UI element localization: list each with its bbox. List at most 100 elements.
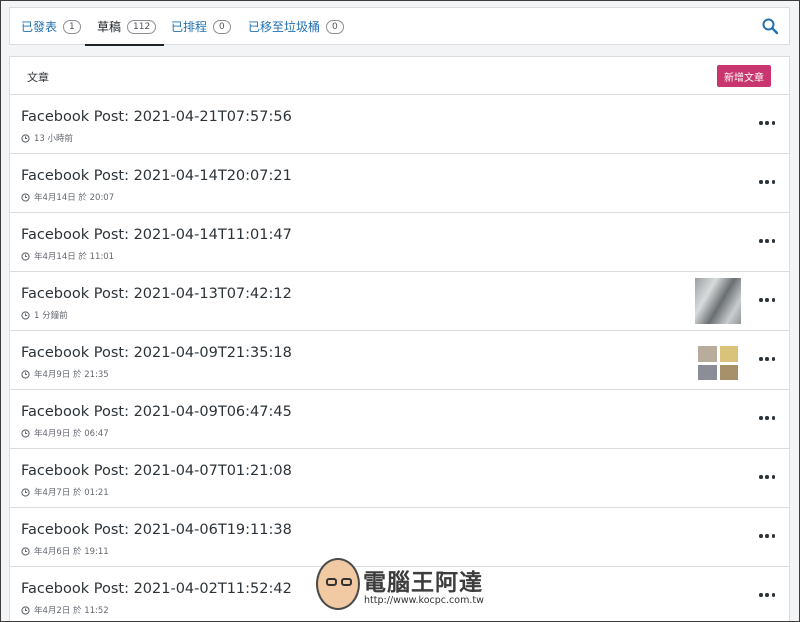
- clock-icon: [21, 192, 30, 202]
- ellipsis-icon: [759, 180, 763, 184]
- post-meta: 年4月9日 於 06:47: [21, 427, 109, 439]
- post-list: Facebook Post: 2021-04-21T07:57:56 13 小時…: [10, 95, 789, 622]
- post-meta: 年4月14日 於 20:07: [21, 191, 114, 203]
- post-title[interactable]: Facebook Post: 2021-04-13T07:42:12: [21, 286, 292, 302]
- ellipsis-icon: [765, 180, 769, 184]
- post-date: 年4月7日 於 01:21: [34, 488, 109, 498]
- post-thumbnail: [695, 337, 741, 383]
- post-actions-button[interactable]: [759, 413, 775, 423]
- post-actions-button[interactable]: [759, 590, 775, 600]
- post-actions-button[interactable]: [759, 118, 775, 128]
- post-row[interactable]: Facebook Post: 2021-04-21T07:57:56 13 小時…: [10, 95, 789, 154]
- tab-label: 已發表: [21, 20, 58, 34]
- clock-icon: [21, 310, 30, 320]
- posts-panel: 文章 新增文章 Facebook Post: 2021-04-21T07:57:…: [9, 56, 790, 622]
- panel-header: 文章 新增文章: [10, 57, 789, 95]
- ellipsis-icon: [759, 121, 763, 125]
- post-meta: 1 分鐘前: [21, 309, 68, 321]
- ellipsis-icon: [765, 416, 769, 420]
- post-title[interactable]: Facebook Post: 2021-04-14T20:07:21: [21, 168, 292, 184]
- post-date: 年4月14日 於 11:01: [34, 252, 115, 262]
- clock-icon: [21, 133, 30, 143]
- tab-drafts[interactable]: 草稿 112: [84, 8, 165, 46]
- ellipsis-icon: [771, 475, 775, 479]
- mascot-logo: [316, 558, 360, 610]
- post-row[interactable]: Facebook Post: 2021-04-09T21:35:18 年4月9日…: [10, 331, 789, 390]
- post-row[interactable]: Facebook Post: 2021-04-13T07:42:12 1 分鐘前: [10, 272, 789, 331]
- site-watermark: 電腦王阿達 http://www.kocpc.com.tw: [316, 558, 491, 613]
- post-meta: 年4月7日 於 01:21: [21, 486, 109, 498]
- tab-count-badge: 1: [63, 19, 81, 34]
- post-row[interactable]: Facebook Post: 2021-04-14T11:01:47 年4月14…: [10, 213, 789, 272]
- post-actions-button[interactable]: [759, 177, 775, 187]
- post-row[interactable]: Facebook Post: 2021-04-07T01:21:08 年4月7日…: [10, 449, 789, 508]
- post-meta: 年4月2日 於 11:52: [21, 604, 109, 616]
- ellipsis-icon: [765, 121, 769, 125]
- post-title[interactable]: Facebook Post: 2021-04-07T01:21:08: [21, 463, 292, 479]
- post-date: 年4月6日 於 19:11: [34, 547, 109, 557]
- clock-icon: [21, 369, 30, 379]
- search-button[interactable]: [761, 17, 779, 35]
- watermark-title: 電腦王阿達: [363, 570, 483, 596]
- post-date: 年4月9日 於 21:35: [34, 370, 109, 380]
- post-meta: 13 小時前: [21, 132, 73, 144]
- ellipsis-icon: [765, 475, 769, 479]
- ellipsis-icon: [759, 475, 763, 479]
- ellipsis-icon: [759, 593, 763, 597]
- post-actions-button[interactable]: [759, 354, 775, 364]
- ellipsis-icon: [771, 534, 775, 538]
- ellipsis-icon: [771, 593, 775, 597]
- post-meta: 年4月9日 於 21:35: [21, 368, 109, 380]
- post-title[interactable]: Facebook Post: 2021-04-09T21:35:18: [21, 345, 292, 361]
- post-actions-button[interactable]: [759, 236, 775, 246]
- clock-icon: [21, 428, 30, 438]
- ellipsis-icon: [765, 239, 769, 243]
- post-meta: 年4月14日 於 11:01: [21, 250, 114, 262]
- ellipsis-icon: [759, 534, 763, 538]
- post-title[interactable]: Facebook Post: 2021-04-21T07:57:56: [21, 109, 292, 125]
- clock-icon: [21, 251, 30, 261]
- tab-label: 已排程: [171, 20, 208, 34]
- post-actions-button[interactable]: [759, 472, 775, 482]
- post-title[interactable]: Facebook Post: 2021-04-06T19:11:38: [21, 522, 292, 538]
- post-row[interactable]: Facebook Post: 2021-04-09T06:47:45 年4月9日…: [10, 390, 789, 449]
- tab-scheduled[interactable]: 已排程 0: [171, 8, 231, 45]
- ellipsis-icon: [771, 239, 775, 243]
- tab-count-badge: 0: [326, 19, 344, 34]
- ellipsis-icon: [771, 180, 775, 184]
- tab-count-badge: 0: [213, 19, 231, 34]
- post-row[interactable]: Facebook Post: 2021-04-14T20:07:21 年4月14…: [10, 154, 789, 213]
- search-icon: [762, 18, 779, 35]
- panel-title: 文章: [27, 71, 49, 84]
- post-date: 年4月14日 於 20:07: [34, 193, 115, 203]
- post-actions-button[interactable]: [759, 531, 775, 541]
- post-meta: 年4月6日 於 19:11: [21, 545, 109, 557]
- clock-icon: [21, 605, 30, 615]
- ellipsis-icon: [765, 357, 769, 361]
- ellipsis-icon: [771, 298, 775, 302]
- clock-icon: [21, 546, 30, 556]
- post-date: 1 分鐘前: [34, 311, 68, 321]
- new-post-button[interactable]: 新增文章: [717, 65, 771, 87]
- ellipsis-icon: [759, 416, 763, 420]
- post-title[interactable]: Facebook Post: 2021-04-02T11:52:42: [21, 581, 292, 597]
- clock-icon: [21, 487, 30, 497]
- ellipsis-icon: [771, 416, 775, 420]
- tab-trash[interactable]: 已移至垃圾桶 0: [248, 8, 344, 45]
- post-title[interactable]: Facebook Post: 2021-04-09T06:47:45: [21, 404, 292, 420]
- tab-published[interactable]: 已發表 1: [21, 8, 81, 45]
- tab-count-badge: 112: [127, 19, 157, 34]
- post-date: 13 小時前: [34, 134, 74, 144]
- ellipsis-icon: [759, 239, 763, 243]
- status-tabs: 已發表 1 草稿 112 已排程 0 已移至垃圾桶 0: [9, 7, 790, 46]
- watermark-url: http://www.kocpc.com.tw: [364, 595, 484, 606]
- post-actions-button[interactable]: [759, 295, 775, 305]
- ellipsis-icon: [771, 357, 775, 361]
- ellipsis-icon: [759, 298, 763, 302]
- ellipsis-icon: [765, 593, 769, 597]
- post-title[interactable]: Facebook Post: 2021-04-14T11:01:47: [21, 227, 292, 243]
- ellipsis-icon: [771, 121, 775, 125]
- post-date: 年4月9日 於 06:47: [34, 429, 109, 439]
- ellipsis-icon: [765, 298, 769, 302]
- post-thumbnail: [695, 278, 741, 324]
